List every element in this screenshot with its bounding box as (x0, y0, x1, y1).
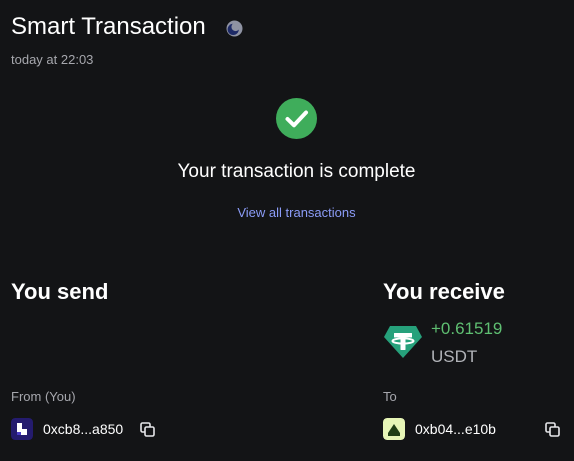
recipient-avatar-icon (383, 418, 405, 440)
to-address: 0xb04...e10b (415, 421, 496, 437)
from-label: From (You) (11, 389, 76, 404)
you-receive-heading: You receive (383, 279, 505, 304)
check-circle-icon (276, 98, 317, 139)
to-label: To (383, 389, 397, 404)
account-avatar-icon (11, 418, 33, 440)
from-address: 0xcb8...a850 (43, 421, 124, 437)
transaction-timestamp: today at 22:03 (11, 52, 94, 67)
receive-token-symbol: USDT (431, 347, 478, 366)
page-title: Smart Transaction (11, 13, 206, 40)
usdt-token-icon (384, 326, 422, 358)
pending-moon-icon (226, 20, 243, 37)
view-all-transactions-link[interactable]: View all transactions (0, 205, 574, 221)
completion-message: Your transaction is complete (177, 161, 416, 182)
copy-icon[interactable] (140, 422, 155, 437)
you-send-heading: You send (11, 279, 109, 304)
receive-amount: +0.61519 (431, 319, 503, 338)
copy-icon[interactable] (545, 422, 560, 437)
